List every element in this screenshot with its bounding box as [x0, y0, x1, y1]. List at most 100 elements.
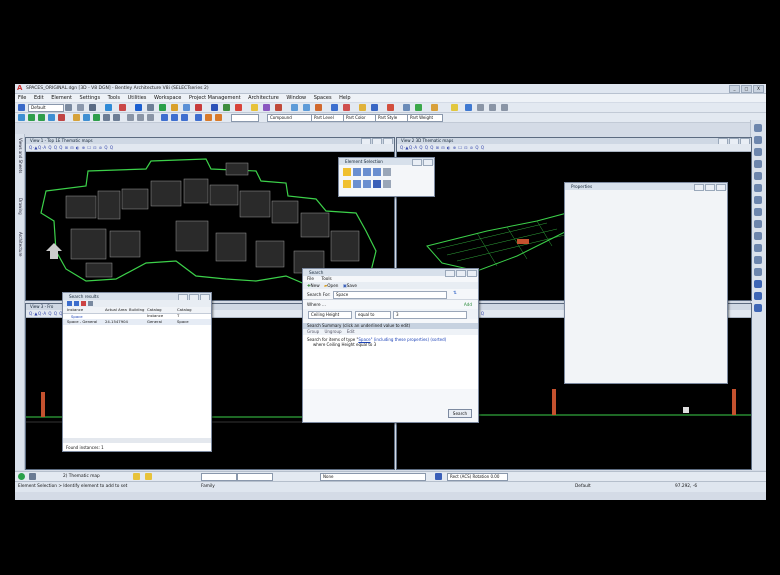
menu-file[interactable]: File	[15, 94, 29, 102]
cell-icon[interactable]	[223, 104, 230, 111]
deselect-icon[interactable]	[383, 168, 391, 176]
properties-minimize[interactable]	[694, 184, 704, 191]
fill-icon[interactable]	[119, 104, 126, 111]
tab-architecture[interactable]: Architecture	[16, 232, 23, 257]
subtract-icon[interactable]	[353, 180, 361, 188]
view-pan-icon[interactable]	[48, 114, 55, 121]
close-button[interactable]: X	[753, 85, 764, 93]
level-manager-icon[interactable]	[161, 114, 168, 121]
references-icon[interactable]	[181, 114, 188, 121]
tool-icon-15[interactable]	[754, 292, 762, 300]
stair-icon[interactable]	[343, 104, 350, 111]
section-icon[interactable]	[103, 114, 110, 121]
go-icon[interactable]	[18, 473, 25, 480]
criteria-operator-select[interactable]: equal to	[355, 311, 391, 319]
element-selection-minimize[interactable]	[412, 159, 422, 166]
col-building[interactable]: Building	[129, 307, 147, 313]
search-close[interactable]	[467, 270, 477, 277]
highlight-icon[interactable]	[451, 104, 458, 111]
none-combo[interactable]: None	[320, 473, 426, 481]
highlight-tool-icon-2[interactable]	[145, 473, 152, 480]
window-tool-icon[interactable]	[315, 104, 322, 111]
criteria-value-input[interactable]: 3	[393, 311, 467, 319]
rotate-icon[interactable]	[171, 104, 178, 111]
line-tool-icon[interactable]	[477, 104, 484, 111]
add-icon[interactable]	[343, 180, 351, 188]
tool-icon-11[interactable]	[754, 244, 762, 252]
maximize-button[interactable]: □	[741, 85, 752, 93]
col-catalog-type[interactable]: Catalog T	[177, 307, 195, 318]
group-button[interactable]: Group	[307, 329, 319, 334]
tool-icon-13[interactable]	[754, 268, 762, 276]
view-rotate-icon[interactable]	[18, 114, 25, 121]
tool-icon-2[interactable]	[754, 136, 762, 144]
highlight-tool-icon[interactable]	[133, 473, 140, 480]
move-icon[interactable]	[147, 104, 154, 111]
catalog-icon[interactable]	[371, 104, 378, 111]
edit-button[interactable]: Edit	[347, 329, 355, 334]
search-button[interactable]: Search	[448, 409, 472, 418]
folder-icon[interactable]	[359, 104, 366, 111]
invert-icon[interactable]	[363, 180, 371, 188]
tool-icon-7[interactable]	[754, 196, 762, 204]
place-line-icon[interactable]	[135, 104, 142, 111]
filter-icon[interactable]	[88, 301, 93, 306]
tool-icon-1[interactable]	[754, 124, 762, 132]
properties-maximize[interactable]	[705, 184, 715, 191]
table-row[interactable]: Space - General 24.1547904 General Space	[63, 319, 211, 325]
menu-spaces[interactable]: Spaces	[311, 94, 335, 102]
tool-icon-3[interactable]	[754, 148, 762, 156]
models-icon[interactable]	[171, 114, 178, 121]
pattern-icon[interactable]	[235, 104, 242, 111]
tool-icon-14[interactable]	[754, 280, 762, 288]
menu-settings[interactable]: Settings	[77, 94, 104, 102]
search-for-select[interactable]: Space	[333, 291, 447, 299]
grid-icon[interactable]	[137, 114, 144, 121]
circle-tool-icon[interactable]	[489, 104, 496, 111]
measure-icon[interactable]	[263, 104, 270, 111]
zoom-icon[interactable]	[74, 301, 79, 306]
element-selection-close[interactable]	[423, 159, 433, 166]
render-icon[interactable]	[73, 114, 80, 121]
open-button[interactable]: Open	[327, 283, 338, 288]
view-zoom-icon[interactable]	[38, 114, 45, 121]
snap-icon[interactable]	[127, 114, 134, 121]
menu-element[interactable]: Element	[48, 94, 75, 102]
line-weight-icon[interactable]	[89, 104, 96, 111]
search-menu-file[interactable]: File	[307, 276, 314, 281]
tool-icon-16[interactable]	[754, 304, 762, 312]
family-icon[interactable]	[215, 114, 222, 121]
tool-icon-12[interactable]	[754, 256, 762, 264]
transparency-icon[interactable]	[105, 104, 112, 111]
wall-icon[interactable]	[291, 104, 298, 111]
style-by-combo[interactable]: Part Style	[375, 114, 409, 122]
analyze-icon[interactable]	[275, 104, 282, 111]
weight-by-combo[interactable]: Part Weight	[407, 114, 443, 122]
line-style-icon[interactable]	[77, 104, 84, 111]
blank-field-2[interactable]	[237, 473, 273, 481]
camera-icon[interactable]	[83, 114, 90, 121]
search-options-icon[interactable]: ⇅	[453, 291, 457, 296]
tool-icon-6[interactable]	[754, 184, 762, 192]
where-label[interactable]: Where ...	[307, 302, 326, 307]
dataset-explorer-icon[interactable]	[205, 114, 212, 121]
raster-icon[interactable]	[195, 114, 202, 121]
refresh-icon[interactable]	[67, 301, 72, 306]
block-select-icon[interactable]	[353, 168, 361, 176]
copy-icon[interactable]	[159, 104, 166, 111]
new-button[interactable]: New	[311, 283, 320, 288]
search-maximize[interactable]	[456, 270, 466, 277]
status-default[interactable]: Default	[575, 484, 591, 489]
schedule-icon[interactable]	[403, 104, 410, 111]
attributes-icon[interactable]	[18, 104, 25, 111]
properties-close[interactable]	[716, 184, 726, 191]
menu-architecture[interactable]: Architecture	[245, 94, 282, 102]
menu-edit[interactable]: Edit	[31, 94, 47, 102]
tab-views-and-sheets[interactable]: Views and Sheets	[16, 138, 23, 173]
color-by-combo[interactable]: Part Color	[343, 114, 377, 122]
col-catalog-instance[interactable]: Catalog Instance	[147, 307, 177, 318]
menu-window[interactable]: Window	[283, 94, 309, 102]
horizontal-scrollbar[interactable]	[63, 438, 211, 443]
tool-icon-4[interactable]	[754, 160, 762, 168]
add-button[interactable]: Add	[464, 302, 472, 307]
